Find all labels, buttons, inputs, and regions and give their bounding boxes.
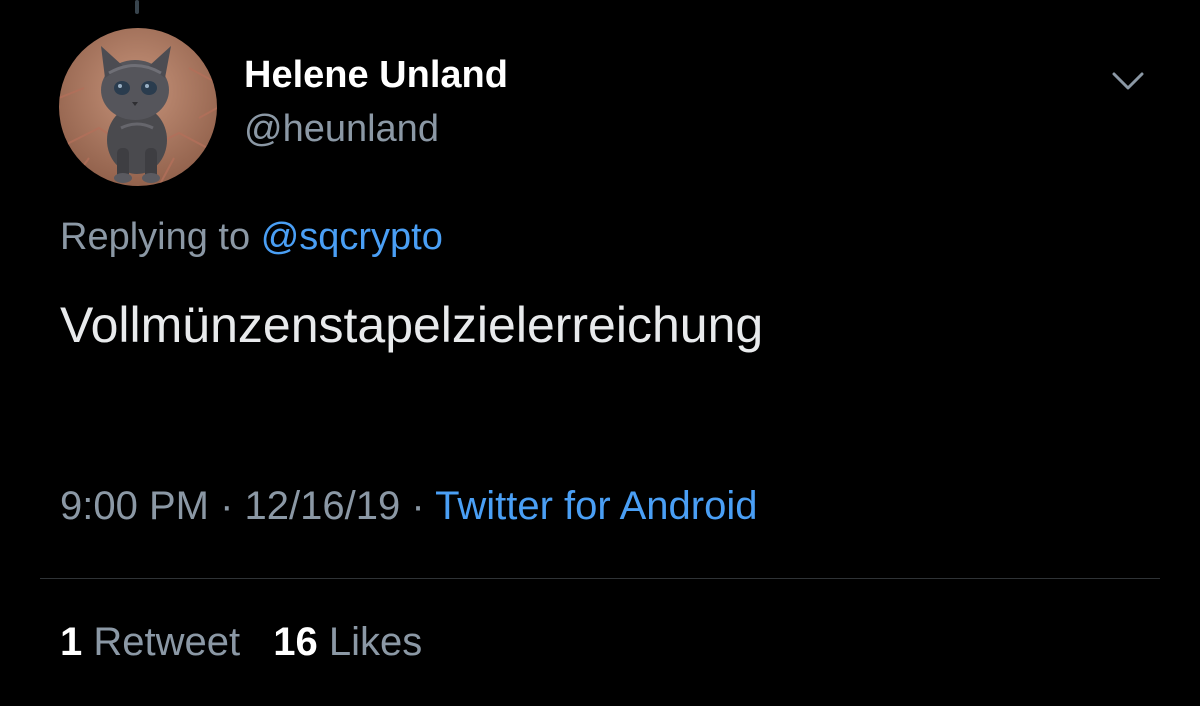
retweet-label: Retweet	[93, 620, 241, 664]
engagement-stats: 1 Retweet 16 Likes	[60, 620, 422, 665]
author-display-name[interactable]: Helene Unland	[244, 54, 508, 97]
retweets-stat[interactable]: 1 Retweet	[60, 620, 240, 665]
chevron-down-icon[interactable]	[1108, 64, 1148, 98]
like-count: 16	[273, 620, 318, 664]
tweet-detail: Helene Unland @heunland Replying to @sqc…	[0, 0, 1200, 706]
retweet-count: 1	[60, 620, 83, 664]
tweet-source-link[interactable]: Twitter for Android	[435, 484, 757, 528]
likes-stat[interactable]: 16 Likes	[273, 620, 422, 665]
tweet-text: Vollmünzenstapelzielerreichung	[60, 297, 764, 353]
author-handle[interactable]: @heunland	[244, 108, 439, 151]
meta-separator: ·	[220, 484, 234, 528]
like-label: Likes	[328, 620, 423, 664]
divider	[40, 578, 1160, 579]
avatar[interactable]	[59, 28, 217, 186]
tweet-date[interactable]: 12/16/19	[245, 484, 401, 528]
reply-context: Replying to @sqcrypto	[60, 216, 443, 259]
kitten-avatar-image	[59, 28, 217, 186]
meta-separator: ·	[411, 484, 425, 528]
thread-connector-line	[135, 0, 139, 14]
tweet-metadata: 9:00 PM · 12/16/19 · Twitter for Android	[60, 484, 757, 529]
reply-mention-link[interactable]: @sqcrypto	[261, 216, 443, 258]
tweet-time[interactable]: 9:00 PM	[60, 484, 209, 528]
replying-to-label: Replying to	[60, 216, 251, 258]
